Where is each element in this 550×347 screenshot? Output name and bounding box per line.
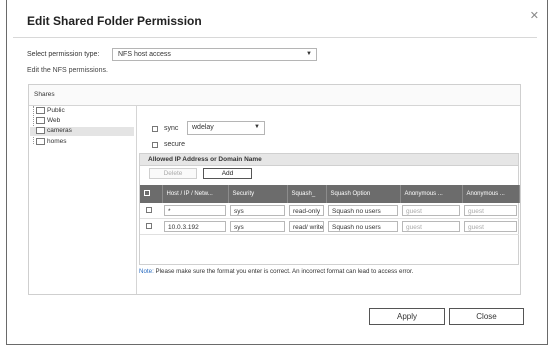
chevron-down-icon: ▼ <box>254 124 260 130</box>
column-header-anonymous-gid[interactable]: Anonymous ... <box>462 185 520 203</box>
folder-icon <box>36 107 45 114</box>
permission-type-select[interactable]: NFS host access ▼ <box>112 48 317 61</box>
tree-item-public[interactable]: Public <box>36 107 65 116</box>
host-input[interactable]: * <box>164 205 226 216</box>
title-divider <box>13 37 537 38</box>
select-all-checkbox[interactable] <box>144 190 150 196</box>
squash-cell: read/ write <box>287 218 326 235</box>
squash-option-select[interactable]: Squash no users <box>328 205 398 216</box>
ip-table: Host / IP / Netw... Security Squash_ Squ… <box>140 185 520 235</box>
permission-description: Edit the NFS permissions. <box>27 67 108 74</box>
anonymous-uid-input[interactable]: guest <box>402 221 460 232</box>
tree-item-label: Public <box>47 107 65 115</box>
squash-option-cell: Squash no users <box>326 203 400 219</box>
column-header-anonymous-uid[interactable]: Anonymous ... <box>400 185 463 203</box>
row-checkbox[interactable] <box>146 206 152 213</box>
host-cell: * <box>162 203 228 219</box>
sync-label: sync <box>164 125 179 132</box>
sync-mode-value: wdelay <box>192 124 214 131</box>
shares-tree: Public Web cameras homes <box>29 105 137 294</box>
chevron-down-icon: ▼ <box>306 51 312 57</box>
secure-label: secure <box>164 141 186 148</box>
delete-button[interactable]: Delete <box>149 168 197 179</box>
allowed-ip-header: Allowed IP Address or Domain Name <box>140 154 518 166</box>
anonymous-gid-cell: guest <box>462 218 519 235</box>
secure-checkbox[interactable] <box>152 142 158 148</box>
allowed-ip-panel: Allowed IP Address or Domain Name Delete… <box>139 153 520 265</box>
row-select-cell <box>140 218 162 235</box>
security-cell: sys <box>228 203 287 219</box>
anonymous-uid-input[interactable]: guest <box>402 205 460 216</box>
squash-select[interactable]: read/ write <box>289 221 324 232</box>
tree-item-label: homes <box>47 138 67 146</box>
permission-type-label: Select permission type: <box>27 51 100 58</box>
column-header-security[interactable]: Security <box>228 185 288 203</box>
folder-icon <box>36 117 45 124</box>
tree-connector <box>33 106 35 144</box>
row-checkbox[interactable] <box>146 222 152 229</box>
security-select[interactable]: sys <box>230 205 285 216</box>
tree-item-label: cameras <box>47 127 72 135</box>
table-row: 10.0.3.192 sys read/ write Squash no use… <box>140 218 519 235</box>
column-header-squash[interactable]: Squash_ <box>287 185 327 203</box>
column-header-host[interactable]: Host / IP / Netw... <box>162 185 229 203</box>
anonymous-gid-cell: guest <box>462 203 519 219</box>
note-text: Please make sure the format you enter is… <box>153 268 414 275</box>
allowed-ip-header-label: Allowed IP Address or Domain Name <box>148 156 262 163</box>
tree-item-label: Web <box>47 117 61 125</box>
close-icon[interactable]: ✕ <box>530 9 539 22</box>
host-input[interactable]: 10.0.3.192 <box>164 221 226 232</box>
anonymous-gid-input[interactable]: guest <box>464 221 517 232</box>
shares-header: Shares <box>29 85 520 106</box>
add-button[interactable]: Add <box>203 168 252 179</box>
apply-button[interactable]: Apply <box>369 308 445 325</box>
tree-item-web[interactable]: Web <box>36 117 60 126</box>
tree-item-homes[interactable]: homes <box>36 138 67 147</box>
shares-header-label: Shares <box>34 91 55 98</box>
dialog-title: Edit Shared Folder Permission <box>27 14 202 28</box>
squash-select[interactable]: read-only <box>289 205 324 216</box>
anonymous-uid-cell: guest <box>400 203 462 219</box>
squash-cell: read-only <box>287 203 326 219</box>
squash-option-select[interactable]: Squash no users <box>328 221 398 232</box>
security-cell: sys <box>228 218 287 235</box>
security-select[interactable]: sys <box>230 221 285 232</box>
anonymous-gid-input[interactable]: guest <box>464 205 517 216</box>
sync-mode-select[interactable]: wdelay ▼ <box>187 121 265 135</box>
column-header-squash-option[interactable]: Squash Option <box>326 185 401 203</box>
host-cell: 10.0.3.192 <box>162 218 228 235</box>
select-all-cell <box>140 185 163 203</box>
close-button[interactable]: Close <box>449 308 524 325</box>
table-header-row: Host / IP / Netw... Security Squash_ Squ… <box>140 185 520 203</box>
folder-icon <box>36 127 45 134</box>
squash-option-cell: Squash no users <box>326 218 400 235</box>
permission-type-value: NFS host access <box>118 51 171 58</box>
format-note: Note: Please make sure the format you en… <box>139 268 413 275</box>
tree-item-cameras[interactable]: cameras <box>30 127 134 136</box>
folder-icon <box>36 138 45 145</box>
note-prefix: Note: <box>139 268 154 275</box>
bottom-border <box>6 344 548 345</box>
table-row: * sys read-only Squash no users guest gu… <box>140 203 519 219</box>
row-select-cell <box>140 203 162 219</box>
anonymous-uid-cell: guest <box>400 218 462 235</box>
sync-checkbox[interactable] <box>152 126 158 132</box>
